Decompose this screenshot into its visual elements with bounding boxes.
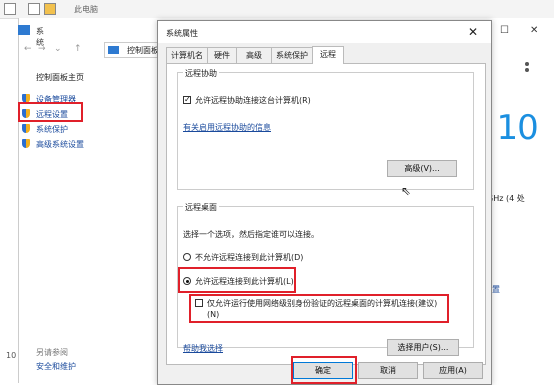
remote-desktop-title: 远程桌面 bbox=[183, 202, 219, 213]
allow-remote-assistance-label[interactable]: 允许远程协助连接这台计算机(R) bbox=[195, 95, 311, 106]
tab-advanced[interactable]: 高级 bbox=[236, 47, 272, 63]
highlight-ok-button bbox=[291, 356, 357, 384]
folder-icon[interactable] bbox=[44, 3, 56, 15]
tab-remote[interactable]: 远程 bbox=[312, 46, 344, 64]
highlight-nla-option bbox=[189, 294, 449, 323]
cancel-button[interactable]: 取消 bbox=[358, 362, 418, 379]
shield-icon bbox=[22, 124, 30, 133]
maximize-button[interactable]: ☐ bbox=[500, 25, 509, 36]
dialog-close-button[interactable]: ✕ bbox=[458, 22, 488, 42]
cpu-info-text: GHz (4 处 bbox=[487, 194, 525, 203]
forward-icon[interactable]: → bbox=[38, 44, 46, 54]
close-button[interactable]: ✕ bbox=[530, 25, 538, 36]
dialog-title: 系统属性 bbox=[166, 29, 198, 38]
breadcrumb[interactable]: 控制面板 bbox=[127, 45, 159, 56]
monitor-icon bbox=[18, 25, 30, 35]
advanced-button[interactable]: 高级(V)... bbox=[387, 160, 457, 177]
explorer-title: 此电脑 bbox=[74, 5, 98, 14]
disallow-remote-label[interactable]: 不允许远程连接到此计算机(D) bbox=[195, 252, 303, 263]
see-also-heading: 另请参阅 bbox=[36, 348, 68, 357]
mouse-cursor-icon: ⇖ bbox=[401, 184, 412, 198]
help-me-choose-link[interactable]: 帮助我选择 bbox=[183, 343, 223, 354]
select-users-button[interactable]: 选择用户(S)... bbox=[387, 339, 459, 356]
shield-icon bbox=[22, 139, 30, 148]
control-panel-icon bbox=[108, 46, 119, 54]
dialog-titlebar bbox=[158, 21, 491, 43]
explorer-titlebar: 此电脑 bbox=[0, 0, 554, 19]
remote-assistance-title: 远程协助 bbox=[183, 68, 219, 79]
chevron-down-icon[interactable]: ⌄ bbox=[54, 44, 62, 54]
explorer-app-icon bbox=[4, 3, 16, 15]
side-number: 10 bbox=[6, 351, 17, 360]
security-maintenance-link[interactable]: 安全和维护 bbox=[36, 361, 76, 372]
allow-remote-assistance-checkbox[interactable] bbox=[183, 95, 191, 104]
system-properties-dialog: 系统属性 ✕ 计算机名 硬件 高级 系统保护 远程 远程协助 允许远程协助连接这… bbox=[157, 20, 492, 385]
control-panel-home-link[interactable]: 控制面板主页 bbox=[36, 72, 84, 83]
search-dot-icon bbox=[525, 68, 529, 72]
disallow-remote-radio[interactable] bbox=[183, 253, 191, 261]
back-icon[interactable]: ← bbox=[24, 44, 32, 54]
remote-tab-panel: 远程协助 允许远程协助连接这台计算机(R) 有关启用远程协助的信息 高级(V).… bbox=[166, 63, 486, 365]
up-arrow-icon[interactable]: ↑ bbox=[74, 44, 82, 54]
apply-button[interactable]: 应用(A) bbox=[423, 362, 483, 379]
highlight-remote-settings bbox=[18, 102, 83, 122]
tab-hardware[interactable]: 硬件 bbox=[207, 47, 237, 63]
search-dot-icon bbox=[525, 62, 529, 66]
remote-assistance-info-link[interactable]: 有关启用远程协助的信息 bbox=[183, 122, 271, 133]
tab-system-protection[interactable]: 系统保护 bbox=[271, 47, 313, 63]
highlight-allow-remote bbox=[178, 267, 296, 293]
properties-icon[interactable] bbox=[28, 3, 40, 15]
remote-desktop-instruction: 选择一个选项，然后指定谁可以连接。 bbox=[183, 230, 319, 239]
tab-computer-name[interactable]: 计算机名 bbox=[166, 47, 208, 63]
